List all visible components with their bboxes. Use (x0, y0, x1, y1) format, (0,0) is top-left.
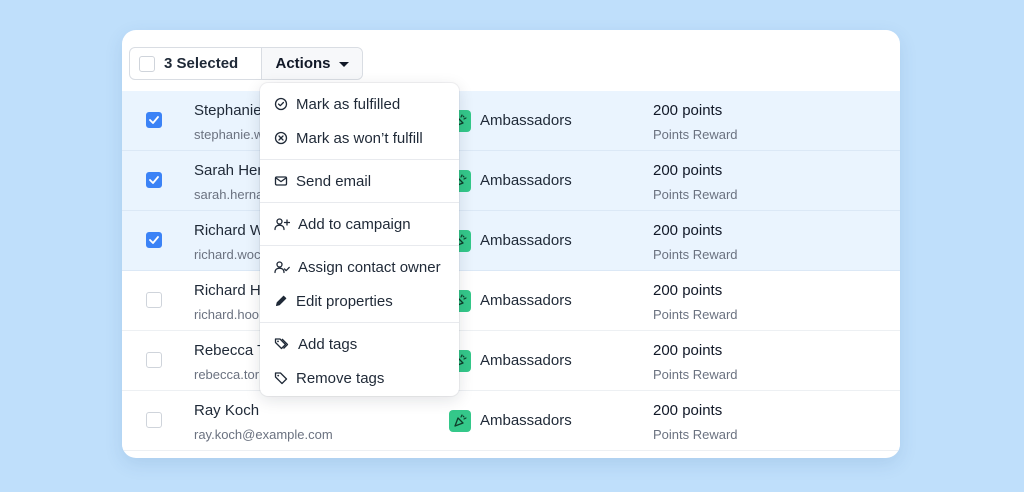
row-checkbox[interactable] (146, 412, 162, 428)
menu-item-label: Assign contact owner (298, 258, 441, 276)
caret-down-icon (338, 62, 349, 67)
member-email: richard.hoo (194, 307, 260, 322)
table-row[interactable]: Richard H richard.hoo Ambassadors 200 po… (122, 271, 900, 331)
menu-item-label: Add tags (298, 335, 358, 353)
reward-points: 200 points (653, 102, 723, 119)
member-name[interactable]: Stephanie (194, 102, 262, 119)
pencil-icon (276, 295, 287, 306)
check-icon (149, 116, 159, 124)
check-circle-icon (274, 97, 288, 111)
member-email: richard.woc (194, 247, 261, 262)
member-email: rebecca.tor (194, 367, 260, 382)
member-name[interactable]: Richard H (194, 282, 261, 299)
reward-type: Points Reward (653, 187, 738, 202)
tier-label: Ambassadors (480, 292, 572, 309)
table-row[interactable]: Ray Koch ray.koch@example.com Ambassador… (122, 391, 900, 451)
member-email: stephanie.w (194, 127, 264, 142)
tag-icon (274, 372, 288, 385)
table-row[interactable]: Sarah Her sarah.herna Ambassadors 200 po… (122, 151, 900, 211)
menu-divider (260, 322, 459, 323)
member-email: sarah.herna (194, 187, 264, 202)
menu-item-mark-wont-fulfill[interactable]: Mark as won’t fulfill (260, 121, 459, 155)
menu-item-label: Mark as fulfilled (296, 95, 401, 113)
tier-label: Ambassadors (480, 232, 572, 249)
menu-item-label: Send email (296, 172, 372, 190)
table-row[interactable]: Stephanie stephanie.w Ambassadors 200 po… (122, 91, 900, 151)
reward-type: Points Reward (653, 247, 738, 262)
check-icon (149, 236, 159, 244)
reward-type: Points Reward (653, 307, 738, 322)
menu-item-add-to-campaign[interactable]: Add to campaign (260, 207, 459, 241)
reward-points: 200 points (653, 222, 723, 239)
row-checkbox[interactable] (146, 172, 162, 188)
reward-type: Points Reward (653, 127, 738, 142)
tier-label: Ambassadors (480, 112, 572, 129)
selection-summary: 3 Selected (130, 48, 262, 79)
menu-item-label: Mark as won’t fulfill (296, 129, 423, 147)
tags-icon (274, 338, 289, 350)
tier-label: Ambassadors (480, 172, 572, 189)
reward-points: 200 points (653, 282, 723, 299)
selected-count: 3 Selected (164, 55, 239, 72)
party-popper-icon (449, 410, 471, 432)
menu-item-add-tags[interactable]: Add tags (260, 327, 459, 361)
member-name[interactable]: Sarah Her (194, 162, 262, 179)
reward-points: 200 points (653, 342, 723, 359)
menu-item-label: Edit properties (296, 292, 393, 310)
member-name[interactable]: Ray Koch (194, 402, 259, 419)
members-table: Stephanie stephanie.w Ambassadors 200 po… (122, 91, 900, 451)
actions-dropdown-button[interactable]: Actions (262, 48, 362, 79)
member-name[interactable]: Richard W (194, 222, 264, 239)
x-circle-icon (274, 131, 288, 145)
tier-label: Ambassadors (480, 412, 572, 429)
user-plus-icon (274, 218, 290, 231)
row-checkbox[interactable] (146, 292, 162, 308)
row-checkbox[interactable] (146, 112, 162, 128)
menu-item-send-email[interactable]: Send email (260, 164, 459, 198)
member-email: ray.koch@example.com (194, 427, 333, 442)
actions-dropdown-menu: Mark as fulfilled Mark as won’t fulfill … (260, 83, 459, 396)
menu-item-label: Remove tags (296, 369, 385, 387)
envelope-icon (274, 176, 288, 186)
menu-item-label: Add to campaign (298, 215, 411, 233)
menu-item-edit-properties[interactable]: Edit properties (260, 284, 459, 318)
row-checkbox[interactable] (146, 352, 162, 368)
menu-divider (260, 245, 459, 246)
user-check-icon (274, 261, 290, 274)
menu-item-remove-tags[interactable]: Remove tags (260, 361, 459, 395)
check-icon (149, 176, 159, 184)
menu-divider (260, 202, 459, 203)
menu-item-mark-fulfilled[interactable]: Mark as fulfilled (260, 87, 459, 121)
menu-divider (260, 159, 459, 160)
reward-points: 200 points (653, 402, 723, 419)
member-name[interactable]: Rebecca T (194, 342, 266, 359)
bulk-action-toolbar: 3 Selected Actions (129, 47, 363, 80)
table-row[interactable]: Richard W richard.woc Ambassadors 200 po… (122, 211, 900, 271)
reward-type: Points Reward (653, 427, 738, 442)
select-all-checkbox[interactable] (139, 55, 155, 72)
menu-item-assign-owner[interactable]: Assign contact owner (260, 250, 459, 284)
tier-label: Ambassadors (480, 352, 572, 369)
reward-type: Points Reward (653, 367, 738, 382)
loyalty-members-card: 3 Selected Actions Stephanie stephanie.w… (122, 30, 900, 458)
reward-points: 200 points (653, 162, 723, 179)
actions-label: Actions (275, 55, 331, 72)
row-checkbox[interactable] (146, 232, 162, 248)
table-row[interactable]: Rebecca T rebecca.tor Ambassadors 200 po… (122, 331, 900, 391)
